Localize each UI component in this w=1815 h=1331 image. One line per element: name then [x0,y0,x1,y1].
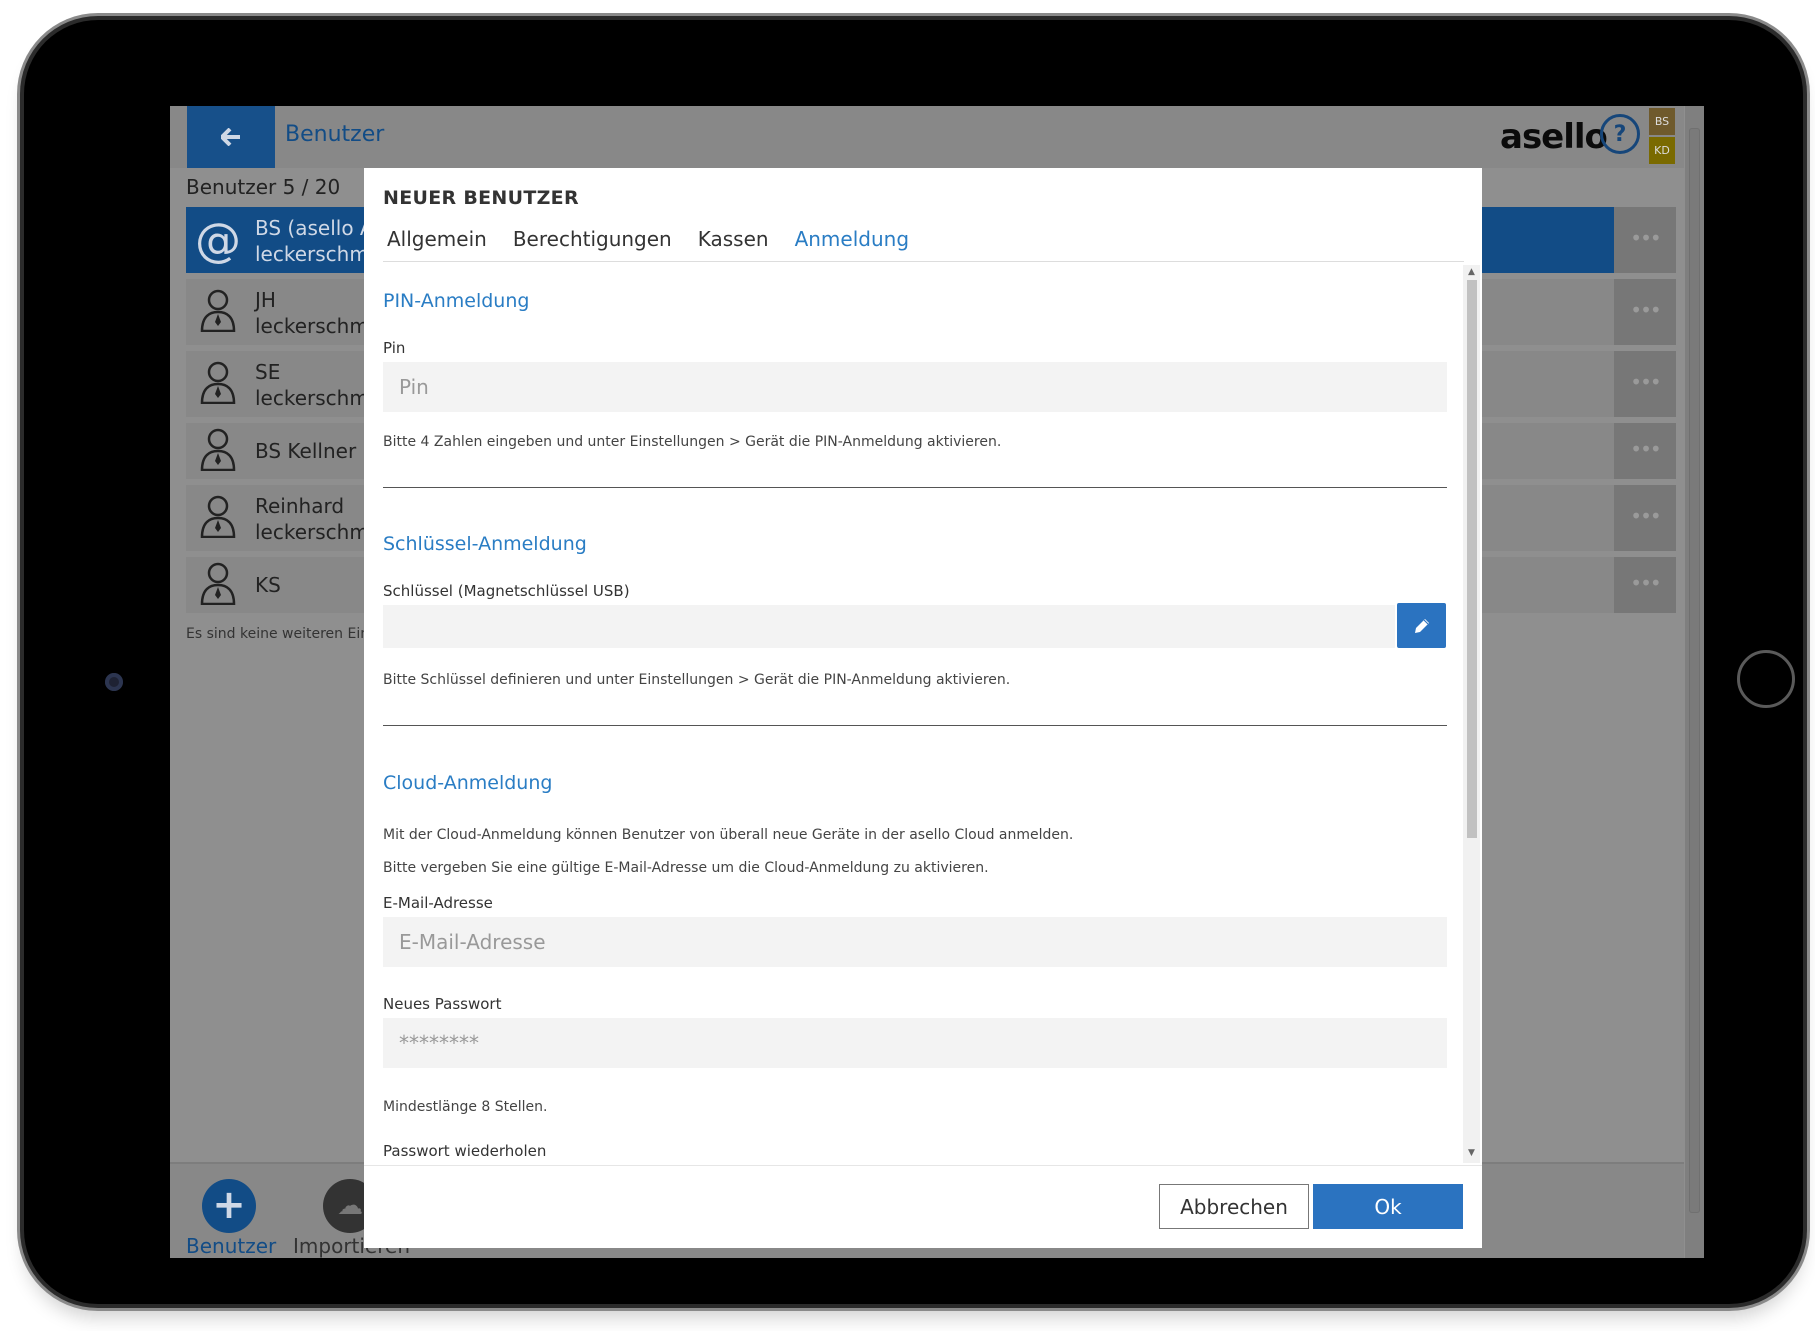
user-badge-kd[interactable]: KD [1649,137,1675,164]
add-user-button[interactable]: + [202,1179,256,1233]
scroll-up-icon[interactable]: ▲ [1466,267,1477,277]
password-label: Neues Passwort [383,995,502,1013]
user-name: BS (asello Aleckerschme [255,216,382,266]
tablet-frame: Benutzer asello ? BS KD Benutzer 5 / 20 … [24,20,1803,1304]
new-user-dialog: NEUER BENUTZER Allgemein Berechtigungen … [364,168,1482,1248]
user-icon [194,360,242,408]
user-name: KS [255,573,281,597]
user-icon [194,494,242,542]
user-name: JH leckerschme [255,288,382,338]
cloud-text-1: Mit der Cloud-Anmeldung können Benutzer … [383,827,1074,843]
arrow-left-icon [221,128,240,146]
camera [105,673,123,691]
dialog-tabs: Allgemein Berechtigungen Kassen Anmeldun… [383,227,931,259]
cancel-button[interactable]: Abbrechen [1159,1184,1309,1229]
more-options-button[interactable]: ••• [1614,485,1676,551]
tab-kassen[interactable]: Kassen [694,227,773,259]
more-options-button[interactable]: ••• [1614,351,1676,417]
dialog-scrollbar-thumb[interactable] [1467,280,1477,838]
user-icon [194,561,242,609]
pin-label: Pin [383,339,406,357]
cloud-section-title: Cloud-Anmeldung [383,772,553,794]
more-options-button[interactable]: ••• [1614,423,1676,479]
user-name: BS Kellner [255,439,357,463]
dialog-body: PIN-Anmeldung Pin Bitte 4 Zahlen eingebe… [383,263,1447,1163]
repeat-password-label: Passwort wiederholen [383,1142,547,1160]
help-icon[interactable]: ? [1600,114,1640,154]
page-scrollbar-thumb[interactable] [1689,128,1700,1213]
back-button[interactable] [187,106,275,168]
more-options-button[interactable]: ••• [1614,557,1676,613]
pencil-icon [1414,618,1429,633]
dialog-footer: Abbrechen Ok [364,1165,1482,1249]
tab-anmeldung[interactable]: Anmeldung [791,227,913,259]
dialog-title: NEUER BENUTZER [383,187,579,209]
user-name: Reinhard leckerschme [255,494,382,544]
cloud-text-2: Bitte vergeben Sie eine gültige E-Mail-A… [383,860,989,876]
at-icon: @ [195,213,241,267]
section-divider [383,487,1447,488]
key-label: Schlüssel (Magnetschlüssel USB) [383,582,630,600]
user-count: Benutzer 5 / 20 [186,175,341,199]
email-label: E-Mail-Adresse [383,894,493,912]
ok-button[interactable]: Ok [1313,1184,1463,1229]
tab-allgemein[interactable]: Allgemein [383,227,491,259]
tab-berechtigungen[interactable]: Berechtigungen [509,227,676,259]
pin-hint: Bitte 4 Zahlen eingeben und unter Einste… [383,434,1002,450]
user-badge-bs[interactable]: BS [1649,108,1675,135]
pin-section-title: PIN-Anmeldung [383,290,530,312]
password-field[interactable] [383,1018,1447,1068]
more-options-button[interactable]: ••• [1614,207,1676,273]
password-hint: Mindestlänge 8 Stellen. [383,1099,548,1115]
tabs-divider [383,261,1464,262]
user-icon [194,427,242,475]
section-divider [383,725,1447,726]
scroll-down-icon[interactable]: ▼ [1466,1148,1477,1158]
page-title: Benutzer [285,122,385,147]
key-hint: Bitte Schlüssel definieren und unter Ein… [383,672,1011,688]
user-name: SE leckerschme [255,360,382,410]
pin-input[interactable] [383,362,1447,412]
more-options-button[interactable]: ••• [1614,279,1676,345]
app-header: Benutzer asello ? BS KD [170,106,1684,168]
key-input[interactable] [383,605,1395,648]
add-user-label[interactable]: Benutzer [186,1234,276,1258]
edit-key-button[interactable] [1397,603,1446,648]
user-icon [194,288,242,336]
list-footnote: Es sind keine weiteren Ein [186,626,370,642]
key-section-title: Schlüssel-Anmeldung [383,533,587,555]
home-button[interactable] [1737,650,1795,708]
asello-logo: asello [1500,117,1608,157]
email-field[interactable] [383,917,1447,967]
